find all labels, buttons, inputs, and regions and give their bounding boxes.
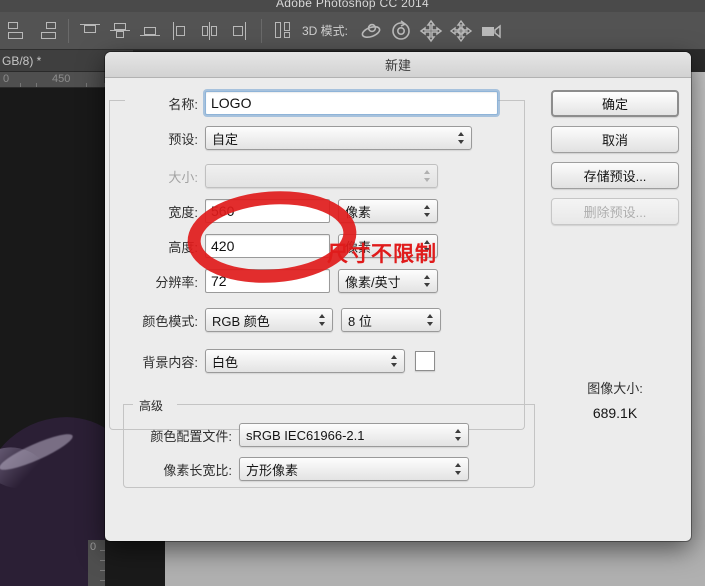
background-row: 背景内容: 白色 [119, 348, 539, 374]
vertical-ruler: 0 [88, 540, 105, 586]
distribute-left-icon[interactable] [167, 18, 193, 44]
height-input[interactable]: 420 [205, 234, 330, 258]
app-title: Adobe Photoshop CC 2014 [275, 0, 429, 10]
preset-select-value: 自定 [212, 131, 239, 147]
background-select[interactable]: 白色 [205, 349, 405, 373]
dialog-button-column: 确定 取消 存储预设... 删除预设... [551, 90, 679, 234]
color-profile-value: sRGB IEC61966-2.1 [246, 427, 365, 443]
size-select [205, 164, 438, 188]
advanced-frame-top-left [123, 404, 133, 405]
stepper-arrows-icon [391, 354, 398, 368]
new-document-dialog: 新建 名称: LOGO 预设: 自定 大小: 宽度: 560 像素 高度: 42… [105, 52, 691, 541]
camera-3d-icon[interactable] [478, 18, 504, 44]
cancel-button[interactable]: 取消 [551, 126, 679, 153]
bit-depth-value: 8 位 [348, 313, 372, 329]
document-tab-label: GB/8) * [2, 53, 42, 68]
resolution-unit-value: 像素/英寸 [345, 274, 401, 290]
preset-label: 预设: [168, 131, 198, 147]
dialog-titlebar: 新建 [105, 52, 691, 78]
distribute-right-icon[interactable] [227, 18, 253, 44]
document-canvas[interactable] [0, 88, 105, 586]
slide-3d-icon[interactable] [448, 18, 474, 44]
background-label: 背景内容: [142, 354, 198, 370]
image-size-value: 689.1K [592, 405, 638, 421]
color-mode-row: 颜色模式: RGB 颜色 8 位 [119, 307, 539, 333]
size-row: 大小: [119, 163, 539, 189]
image-size-info: 图像大小: 689.1K [551, 378, 679, 421]
align-top-icon[interactable] [77, 18, 103, 44]
stepper-arrows-icon [455, 462, 462, 476]
save-preset-button[interactable]: 存储预设... [551, 162, 679, 189]
ruler-mark-0: 0 [3, 73, 10, 85]
height-unit-value: 像素 [345, 239, 372, 255]
width-row: 宽度: 560 像素 [119, 198, 539, 224]
stepper-arrows-icon [424, 239, 431, 253]
toolbar-separator [68, 18, 69, 43]
app-titlebar: Adobe Photoshop CC 2014 [0, 0, 705, 12]
width-input[interactable]: 560 [205, 199, 330, 223]
preset-select[interactable]: 自定 [205, 126, 472, 150]
mode-3d-label: 3D 模式: [302, 24, 349, 38]
stepper-arrows-icon [458, 131, 465, 145]
align-right-icon[interactable] [34, 18, 60, 44]
image-size-label: 图像大小: [587, 381, 643, 396]
color-profile-row: 颜色配置文件: sRGB IEC61966-2.1 [119, 422, 469, 448]
stepper-arrows-icon [427, 313, 434, 327]
align-middle-icon[interactable] [107, 18, 133, 44]
height-unit-select[interactable]: 像素 [338, 234, 438, 258]
resolution-unit-select[interactable]: 像素/英寸 [338, 269, 438, 293]
distribute-center-icon[interactable] [197, 18, 223, 44]
resolution-row: 分辨率: 72 像素/英寸 [119, 268, 539, 294]
name-label: 名称: [168, 96, 198, 112]
dialog-title: 新建 [384, 58, 411, 73]
preset-row: 预设: 自定 [119, 125, 539, 151]
orbit-3d-icon[interactable] [358, 18, 384, 44]
color-profile-label: 颜色配置文件: [150, 428, 232, 444]
pixel-aspect-value: 方形像素 [246, 462, 299, 478]
vruler-mark-0: 0 [90, 541, 97, 553]
height-label: 高度: [168, 239, 198, 255]
width-unit-select[interactable]: 像素 [338, 199, 438, 223]
background-color-swatch[interactable] [415, 351, 435, 371]
ruler-mark-450: 450 [52, 73, 71, 85]
size-label: 大小: [168, 169, 198, 185]
pixel-aspect-select[interactable]: 方形像素 [239, 457, 469, 481]
color-profile-select[interactable]: sRGB IEC61966-2.1 [239, 423, 469, 447]
distribute-spacing-icon[interactable] [270, 18, 296, 44]
advanced-group-label: 高级 [135, 397, 168, 414]
toolbar-separator-2 [261, 18, 262, 43]
roll-3d-icon[interactable] [388, 18, 414, 44]
stepper-arrows-icon [319, 313, 326, 327]
stepper-arrows-icon [455, 428, 462, 442]
name-input[interactable]: LOGO [205, 91, 498, 115]
resolution-input[interactable]: 72 [205, 269, 330, 293]
name-row: 名称: LOGO [119, 90, 539, 116]
options-toolbar: 3D 模式: [0, 12, 705, 50]
stepper-arrows-icon [424, 274, 431, 288]
dialog-left-column: 名称: LOGO 预设: 自定 大小: 宽度: 560 像素 高度: 420 像… [119, 90, 539, 492]
stepper-arrows-icon [424, 204, 431, 218]
color-mode-select[interactable]: RGB 颜色 [205, 308, 333, 332]
width-label: 宽度: [168, 204, 198, 220]
color-mode-value: RGB 颜色 [212, 313, 270, 329]
ok-button[interactable]: 确定 [551, 90, 679, 117]
delete-preset-button: 删除预设... [551, 198, 679, 225]
pan-3d-icon[interactable] [418, 18, 444, 44]
width-unit-value: 像素 [345, 204, 372, 220]
resolution-label: 分辨率: [155, 274, 198, 290]
canvas-bottom-area [105, 540, 165, 586]
pixel-aspect-label: 像素长宽比: [163, 462, 232, 478]
stepper-arrows-icon [424, 169, 431, 183]
align-left-icon[interactable] [4, 18, 30, 44]
align-bottom-icon[interactable] [137, 18, 163, 44]
advanced-frame-top-right [177, 404, 535, 405]
workspace-bottom-strip [165, 540, 705, 586]
pixel-aspect-row: 像素长宽比: 方形像素 [119, 456, 469, 482]
background-value: 白色 [212, 354, 239, 370]
bit-depth-select[interactable]: 8 位 [341, 308, 441, 332]
height-row: 高度: 420 像素 [119, 233, 539, 259]
color-mode-label: 颜色模式: [142, 313, 198, 329]
